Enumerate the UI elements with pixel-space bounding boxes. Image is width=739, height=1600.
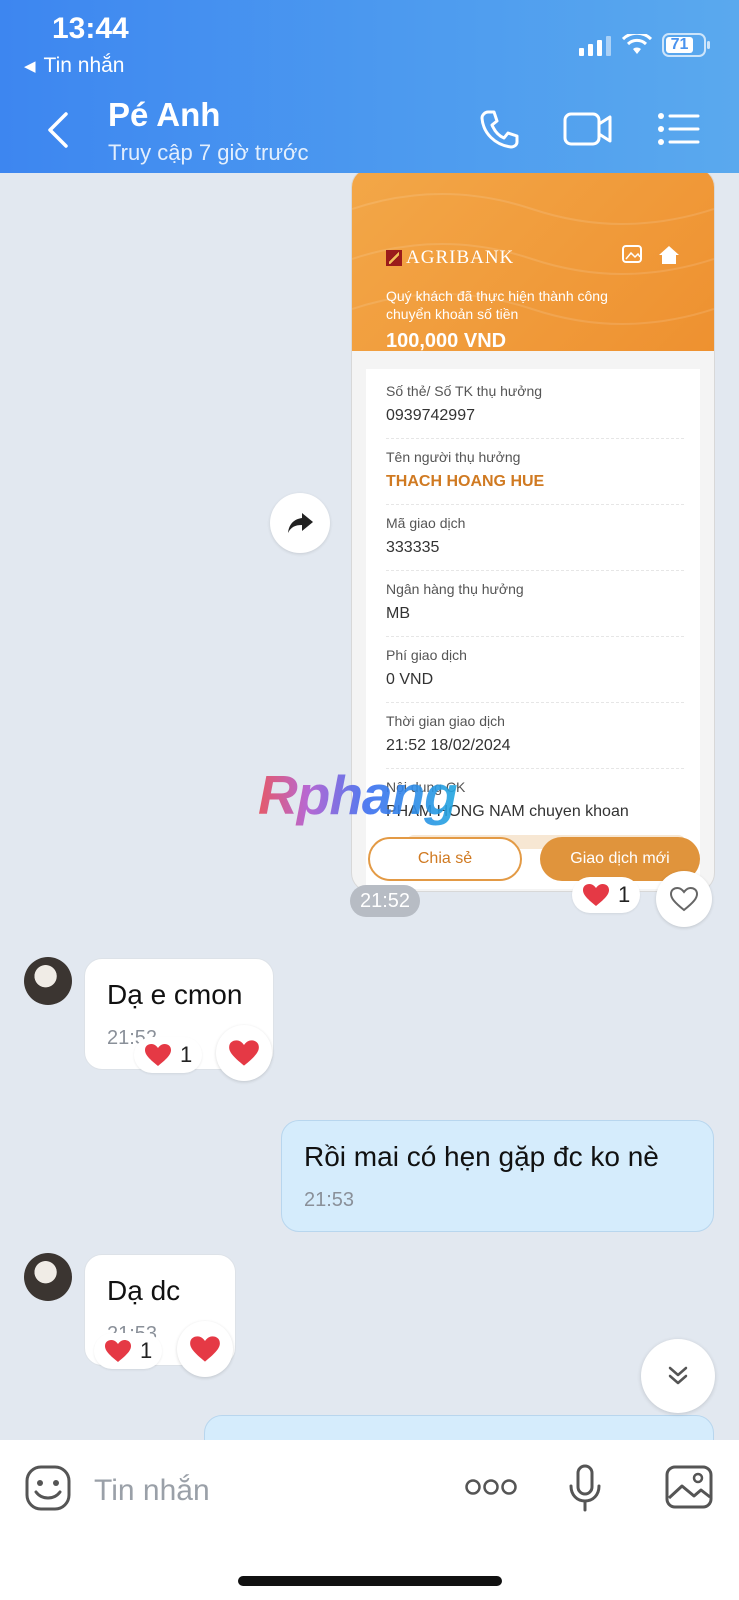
avatar[interactable] [24,957,72,1005]
message-time-pill: 21:52 [350,885,420,917]
heart-icon [229,1040,259,1066]
cellular-signal-icon [579,34,611,56]
message-text: Dạ dc [107,1275,181,1306]
wifi-icon [622,34,652,54]
message-input[interactable]: Tin nhắn [94,1474,210,1508]
reaction-count: 1 [180,1042,193,1067]
status-time: 13:44 [52,12,129,45]
heart-outline-icon [669,886,699,912]
back-to-app-label: Tin nhắn [43,54,125,77]
receipt-success-message: Quý khách đã thực hiện thành công chuyển… [386,288,608,322]
phone-icon[interactable] [478,108,520,150]
message-text: Dạ e cmon [107,979,243,1010]
home-indicator[interactable] [238,1576,502,1586]
battery-icon: 71 [662,33,710,57]
reaction-summary[interactable]: 1 [94,1333,163,1369]
receipt-field: Thời gian giao dịch 21:52 18/02/2024 [386,713,684,769]
microphone-icon[interactable] [568,1464,602,1512]
home-icon [659,246,679,264]
receipt-field: Mã giao dịch 333335 [386,515,684,571]
receipt-field: Tên người thụ hưởng THACH HOANG HUE [386,449,684,505]
back-to-app-link[interactable]: ◀ Tin nhắn [24,54,125,78]
reaction-count: 1 [140,1338,153,1363]
receipt-field: Phí giao dịch 0 VND [386,647,684,703]
reaction-summary[interactable]: 1 [134,1037,203,1073]
scroll-to-bottom-button[interactable] [641,1339,715,1413]
heart-icon [583,884,609,906]
heart-icon [190,1336,220,1362]
chat-header: 13:44 ◀ Tin nhắn 71 Pé Anh Truy cập 7 gi… [0,0,739,173]
outgoing-message-bubble[interactable] [204,1415,714,1440]
back-arrow-icon[interactable] [44,110,72,150]
emoji-sticker-icon[interactable] [24,1464,72,1512]
message-input-bar: Tin nhắn [0,1440,739,1600]
share-forward-icon [288,513,313,533]
forward-button[interactable] [270,493,330,553]
react-button[interactable] [177,1321,233,1377]
receipt-amount: 100,000 VND [386,330,507,352]
react-button[interactable] [216,1025,272,1081]
contact-last-seen: Truy cập 7 giờ trước [108,140,309,165]
watermark: Rphang [258,764,458,826]
back-triangle-icon: ◀ [24,58,36,75]
outgoing-message-bubble[interactable]: Rồi mai có hẹn gặp đc ko nè 21:53 [281,1120,714,1232]
reaction-summary[interactable]: 1 [572,877,641,913]
react-button[interactable] [656,871,712,927]
avatar[interactable] [24,1253,72,1301]
reaction-count: 1 [618,882,631,907]
menu-list-icon[interactable] [656,108,700,150]
chevrons-down-icon [668,1366,688,1385]
receipt-share-button: Chia sẻ [368,837,522,881]
agribank-logo: AGRIBANK [386,247,514,269]
message-time: 21:53 [304,1189,355,1211]
image-icon [622,245,642,263]
chat-message-list[interactable]: AGRIBANK Quý khách đã thực hiện thành cô… [0,173,739,1440]
more-icon[interactable] [464,1478,518,1496]
receipt-field: Ngân hàng thụ hưởng MB [386,581,684,637]
receipt-field: Số thẻ/ Số TK thụ hưởng 0939742997 [386,383,684,439]
message-text: Rồi mai có hẹn gặp đc ko nè [304,1141,659,1172]
contact-name[interactable]: Pé Anh [108,96,220,134]
heart-icon [145,1044,171,1066]
battery-level: 71 [666,36,693,53]
image-gallery-icon[interactable] [664,1464,714,1510]
heart-icon [105,1340,131,1362]
video-call-icon[interactable] [562,108,614,150]
